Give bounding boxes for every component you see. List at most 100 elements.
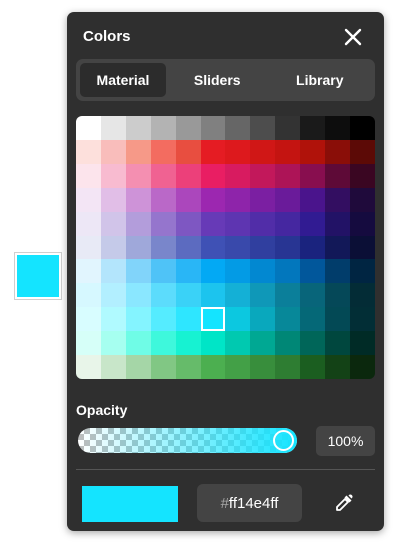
color-cell[interactable] <box>300 163 326 188</box>
color-cell[interactable] <box>100 211 126 236</box>
color-cell[interactable] <box>325 307 351 332</box>
color-cell[interactable] <box>275 187 301 212</box>
color-cell[interactable] <box>325 139 351 164</box>
color-cell[interactable] <box>350 283 375 308</box>
color-cell-selected[interactable] <box>200 307 226 332</box>
color-cell[interactable] <box>200 283 226 308</box>
opacity-value-field[interactable]: 100% <box>316 426 375 456</box>
color-cell[interactable] <box>250 139 276 164</box>
color-cell[interactable] <box>200 259 226 284</box>
color-cell[interactable] <box>275 283 301 308</box>
color-cell[interactable] <box>325 259 351 284</box>
color-cell[interactable] <box>250 163 276 188</box>
color-cell[interactable] <box>200 355 226 379</box>
color-cell[interactable] <box>200 211 226 236</box>
color-cell[interactable] <box>350 235 375 260</box>
color-cell[interactable] <box>250 259 276 284</box>
color-cell[interactable] <box>100 355 126 379</box>
color-cell[interactable] <box>250 187 276 212</box>
color-cell[interactable] <box>350 355 375 379</box>
color-cell[interactable] <box>76 355 101 379</box>
color-cell[interactable] <box>175 235 201 260</box>
color-cell[interactable] <box>150 163 176 188</box>
color-cell[interactable] <box>225 331 251 356</box>
color-cell[interactable] <box>275 235 301 260</box>
color-cell[interactable] <box>175 283 201 308</box>
color-cell[interactable] <box>250 355 276 379</box>
color-cell[interactable] <box>100 259 126 284</box>
color-cell[interactable] <box>100 235 126 260</box>
color-cell[interactable] <box>300 116 326 140</box>
color-cell[interactable] <box>125 163 151 188</box>
color-cell[interactable] <box>175 331 201 356</box>
color-cell[interactable] <box>300 211 326 236</box>
color-cell[interactable] <box>200 139 226 164</box>
color-cell[interactable] <box>325 187 351 212</box>
color-cell[interactable] <box>250 307 276 332</box>
color-cell[interactable] <box>225 211 251 236</box>
color-cell[interactable] <box>175 187 201 212</box>
color-cell[interactable] <box>100 163 126 188</box>
color-cell[interactable] <box>125 116 151 140</box>
color-cell[interactable] <box>150 116 176 140</box>
color-cell[interactable] <box>76 211 101 236</box>
color-cell[interactable] <box>275 307 301 332</box>
color-cell[interactable] <box>225 355 251 379</box>
color-cell[interactable] <box>100 187 126 212</box>
color-cell[interactable] <box>150 139 176 164</box>
color-cell[interactable] <box>275 116 301 140</box>
color-cell[interactable] <box>150 235 176 260</box>
external-color-swatch[interactable] <box>15 253 61 299</box>
color-cell[interactable] <box>250 331 276 356</box>
color-cell[interactable] <box>350 116 375 140</box>
color-cell[interactable] <box>350 331 375 356</box>
color-cell[interactable] <box>300 355 326 379</box>
color-cell[interactable] <box>275 211 301 236</box>
color-cell[interactable] <box>225 235 251 260</box>
color-cell[interactable] <box>125 211 151 236</box>
color-cell[interactable] <box>225 283 251 308</box>
color-cell[interactable] <box>150 355 176 379</box>
color-cell[interactable] <box>325 331 351 356</box>
color-cell[interactable] <box>125 307 151 332</box>
color-cell[interactable] <box>175 139 201 164</box>
color-cell[interactable] <box>175 211 201 236</box>
color-cell[interactable] <box>76 283 101 308</box>
color-cell[interactable] <box>125 331 151 356</box>
color-cell[interactable] <box>76 331 101 356</box>
current-color-swatch[interactable] <box>82 486 178 522</box>
color-cell[interactable] <box>275 331 301 356</box>
color-cell[interactable] <box>300 307 326 332</box>
color-cell[interactable] <box>225 163 251 188</box>
color-cell[interactable] <box>100 116 126 140</box>
color-cell[interactable] <box>200 187 226 212</box>
color-cell[interactable] <box>250 211 276 236</box>
color-cell[interactable] <box>300 187 326 212</box>
color-cell[interactable] <box>125 187 151 212</box>
color-cell[interactable] <box>175 355 201 379</box>
eyedropper-button[interactable] <box>333 492 355 514</box>
color-cell[interactable] <box>350 139 375 164</box>
tab-material[interactable]: Material <box>80 63 166 97</box>
opacity-slider-thumb[interactable] <box>273 430 294 451</box>
color-cell[interactable] <box>150 307 176 332</box>
color-cell[interactable] <box>150 187 176 212</box>
color-cell[interactable] <box>200 116 226 140</box>
tab-sliders[interactable]: Sliders <box>166 63 269 97</box>
tab-library[interactable]: Library <box>269 63 372 97</box>
color-cell[interactable] <box>125 355 151 379</box>
color-cell[interactable] <box>300 259 326 284</box>
color-cell[interactable] <box>76 235 101 260</box>
color-cell[interactable] <box>350 211 375 236</box>
color-cell[interactable] <box>76 139 101 164</box>
color-cell[interactable] <box>250 116 276 140</box>
color-cell[interactable] <box>325 283 351 308</box>
color-cell[interactable] <box>76 163 101 188</box>
color-cell[interactable] <box>125 283 151 308</box>
color-cell[interactable] <box>325 235 351 260</box>
color-cell[interactable] <box>325 355 351 379</box>
color-cell[interactable] <box>275 163 301 188</box>
color-cell[interactable] <box>275 259 301 284</box>
color-cell[interactable] <box>175 259 201 284</box>
color-cell[interactable] <box>325 163 351 188</box>
